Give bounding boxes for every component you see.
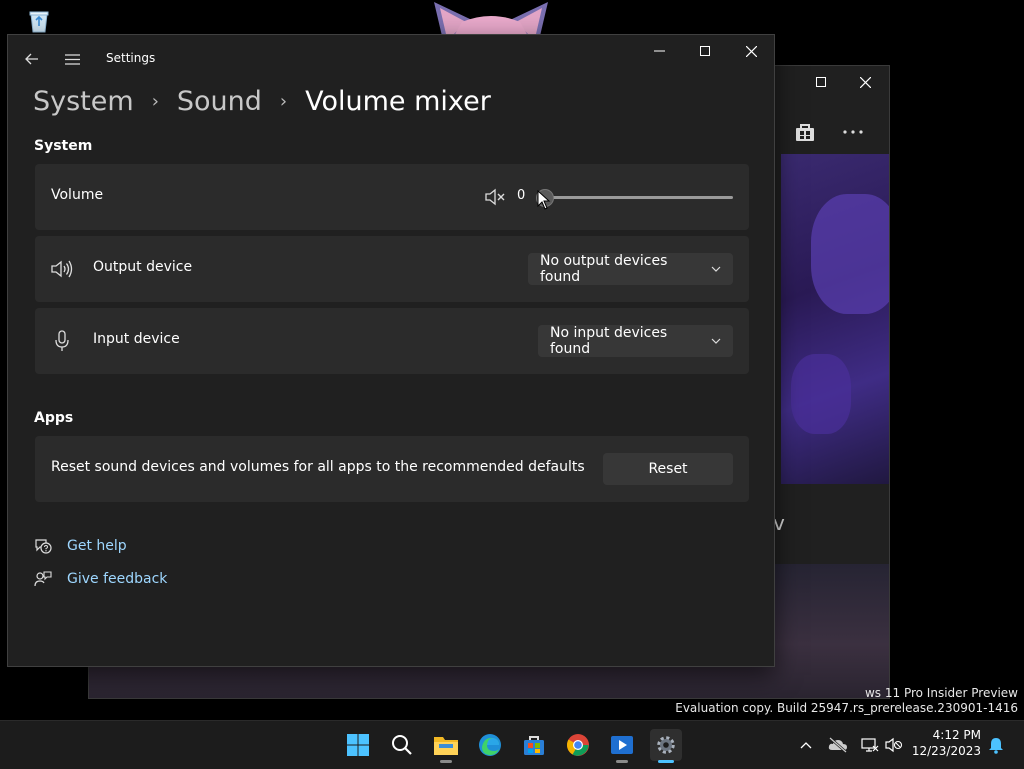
navigation-menu-button[interactable] xyxy=(62,49,82,69)
input-device-card: Input device No input devices found xyxy=(35,308,749,374)
mute-toggle-button[interactable] xyxy=(485,187,507,207)
close-button[interactable] xyxy=(728,35,774,67)
store-icon xyxy=(524,736,544,755)
reset-description: Reset sound devices and volumes for all … xyxy=(51,459,585,475)
start-button[interactable] xyxy=(342,729,374,761)
search-icon xyxy=(392,735,412,755)
input-device-selected: No input devices found xyxy=(550,325,668,357)
volume-label: Volume xyxy=(51,187,104,203)
output-device-label: Output device xyxy=(93,259,193,275)
close-icon xyxy=(745,45,757,57)
breadcrumb-chevron-icon: › xyxy=(151,90,159,112)
chrome-icon xyxy=(567,734,589,756)
reset-card: Reset sound devices and volumes for all … xyxy=(35,436,749,502)
edge-button[interactable] xyxy=(474,729,506,761)
give-feedback-text[interactable]: Give feedback xyxy=(67,571,167,587)
network-icon[interactable] xyxy=(860,735,880,755)
speaker-icon xyxy=(50,257,74,281)
media-player-icon xyxy=(611,736,633,754)
media-player-button[interactable] xyxy=(606,729,638,763)
settings-window: Settings System › Sound › Volume mixer S… xyxy=(7,34,775,667)
window-title: Settings xyxy=(106,51,156,65)
output-device-selected: No output devices found xyxy=(540,253,668,285)
hamburger-icon xyxy=(64,53,80,65)
back-arrow-icon xyxy=(25,53,38,65)
breadcrumb-chevron-icon: › xyxy=(279,90,288,112)
output-device-dropdown[interactable]: No output devices found xyxy=(528,253,733,285)
get-help-link[interactable]: Get help xyxy=(34,537,127,555)
watermark-line-2: Evaluation copy. Build 25947.rs_prerelea… xyxy=(675,701,1018,715)
clock-time: 4:12 PM xyxy=(932,728,981,742)
microphone-icon xyxy=(50,329,74,353)
breadcrumb-system[interactable]: System xyxy=(33,86,134,117)
minimize-button[interactable] xyxy=(636,35,682,67)
chevron-down-icon xyxy=(711,336,721,347)
taskbar xyxy=(0,720,1024,769)
store-bag-icon[interactable] xyxy=(791,118,819,146)
media-thumbnail xyxy=(781,154,889,484)
output-device-card: Output device No output devices found xyxy=(35,236,749,302)
more-options-icon[interactable] xyxy=(839,118,867,146)
chevron-down-icon xyxy=(711,264,721,275)
maximize-icon xyxy=(700,46,710,56)
show-hidden-icons-button[interactable] xyxy=(796,735,816,755)
settings-taskbar-button[interactable] xyxy=(650,729,682,763)
gear-icon xyxy=(657,736,675,754)
windows-watermark: ws 11 Pro Insider Preview Evaluation cop… xyxy=(675,686,1018,716)
breadcrumb: System › Sound › Volume mixer xyxy=(33,81,491,121)
back-button[interactable] xyxy=(22,49,42,69)
volume-muted-tray-icon[interactable] xyxy=(884,735,904,755)
minimize-icon xyxy=(653,50,665,52)
volume-slider-track[interactable] xyxy=(545,196,733,199)
system-section-title: System xyxy=(34,138,93,154)
input-device-dropdown[interactable]: No input devices found xyxy=(538,325,733,357)
file-explorer-button[interactable] xyxy=(430,729,462,763)
background-close-button[interactable] xyxy=(845,70,885,94)
watermark-line-1: ws 11 Pro Insider Preview xyxy=(864,686,1018,700)
give-feedback-link[interactable]: Give feedback xyxy=(34,570,167,588)
edge-icon xyxy=(479,734,501,756)
feedback-icon xyxy=(34,570,52,588)
apps-section-title: Apps xyxy=(34,410,74,426)
taskbar-clock[interactable]: 4:12 PM 12/23/2023 xyxy=(906,727,981,759)
page-title: Volume mixer xyxy=(305,85,491,117)
recycle-bin-icon[interactable] xyxy=(26,8,52,34)
notifications-bell-icon[interactable] xyxy=(986,735,1006,755)
help-icon xyxy=(34,537,52,555)
speaker-muted-icon xyxy=(485,188,505,206)
get-help-text[interactable]: Get help xyxy=(67,538,127,554)
volume-card: Volume 0 xyxy=(35,164,749,230)
input-device-label: Input device xyxy=(93,331,180,347)
chevron-up-icon xyxy=(800,742,812,749)
onedrive-offline-icon[interactable] xyxy=(828,735,848,755)
volume-value: 0 xyxy=(517,188,526,203)
wallpaper-cat-ears xyxy=(432,0,550,36)
microsoft-store-button[interactable] xyxy=(518,729,550,761)
chrome-button[interactable] xyxy=(562,729,594,761)
windows-logo-icon xyxy=(347,734,369,756)
breadcrumb-sound[interactable]: Sound xyxy=(177,86,262,117)
clock-date: 12/23/2023 xyxy=(911,744,981,758)
folder-icon xyxy=(434,737,458,755)
title-bar: Settings xyxy=(8,35,774,83)
reset-button[interactable]: Reset xyxy=(603,453,733,485)
mouse-pointer-icon xyxy=(537,189,551,210)
search-button[interactable] xyxy=(386,729,418,761)
background-maximize-button[interactable] xyxy=(801,70,841,94)
maximize-button[interactable] xyxy=(682,35,728,67)
